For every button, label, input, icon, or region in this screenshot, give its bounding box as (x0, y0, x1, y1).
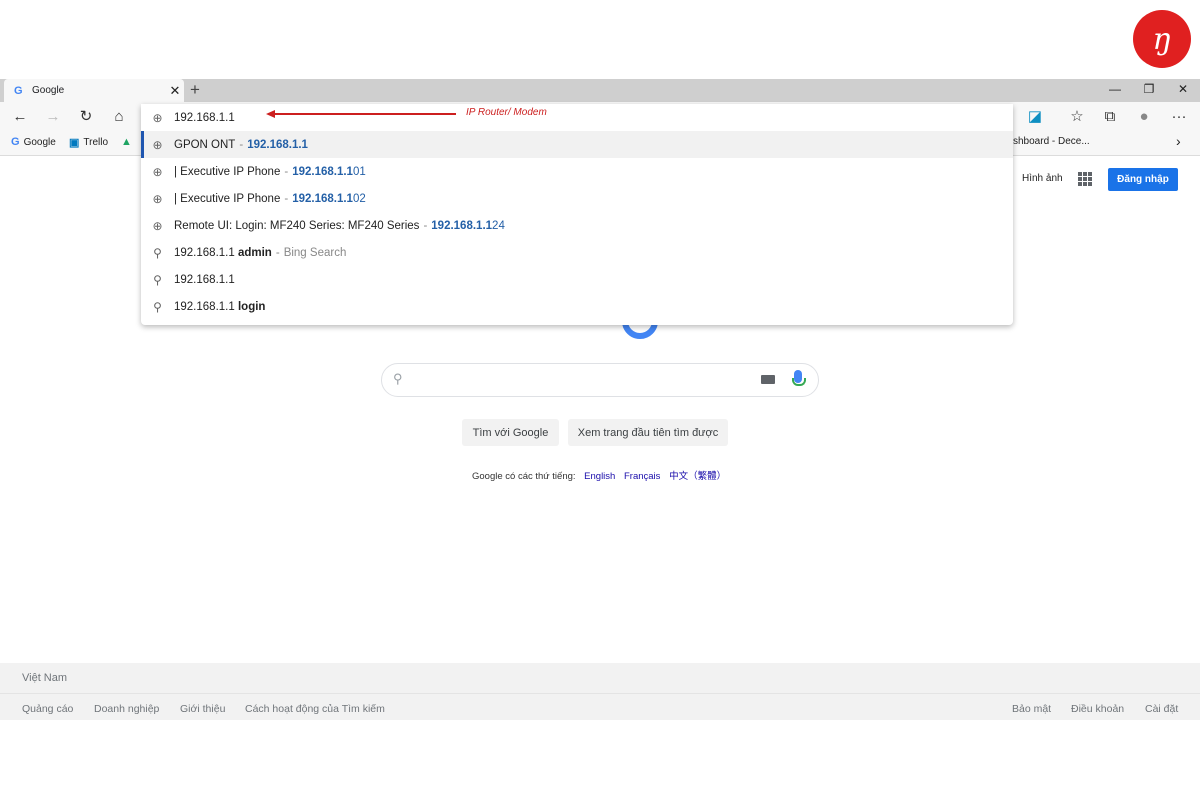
suggestion-text: 192.168.1.1 (174, 273, 235, 286)
suggestion-title: | Executive IP Phone (174, 192, 281, 205)
language-prefix: Google có các thứ tiếng: (472, 471, 576, 482)
footer-how-search-works-link[interactable]: Cách hoạt động của Tìm kiếm (245, 703, 385, 715)
suggestion-row[interactable]: ⚲ 192.168.1.1 login (141, 293, 1013, 320)
new-tab-button[interactable]: + (190, 80, 200, 100)
suggestion-url-rest: 02 (352, 192, 366, 205)
tab-strip: G Google ✕ + — ❐ ✕ (0, 79, 1200, 102)
footer-about-link[interactable]: Giới thiệu (180, 703, 225, 715)
feeling-lucky-button[interactable]: Xem trang đầu tiên tìm được (568, 419, 728, 446)
footer-settings-link[interactable]: Cài đặt (1145, 703, 1178, 715)
globe-icon: ⊕ (152, 191, 163, 206)
drive-icon: ▲ (121, 136, 132, 148)
suggestion-url-rest: 01 (352, 165, 366, 178)
suggestion-title: | Executive IP Phone (174, 165, 281, 178)
home-button[interactable]: ⌂ (108, 106, 130, 128)
footer-links: Quảng cáo Doanh nghiệp Giới thiệu Cách h… (0, 694, 1200, 720)
restore-button[interactable]: ❐ (1132, 79, 1166, 102)
tab-title: Google (32, 85, 65, 96)
brand-logo: ŋ (1133, 10, 1191, 68)
suggestion-row[interactable]: ⚲ 192.168.1.1 (141, 266, 1013, 293)
suggestion-url-rest: 24 (492, 219, 505, 232)
annotation-arrow (271, 113, 456, 115)
footer-country: Việt Nam (0, 663, 1200, 694)
bookmark-google[interactable]: G Google (11, 136, 56, 148)
suggestion-url: 192.168.1.1 (292, 192, 353, 205)
suggestion-source: Bing Search (283, 246, 347, 259)
microphone-stand (792, 378, 806, 386)
settings-more-button[interactable]: ··· (1168, 106, 1190, 128)
google-icon: G (11, 136, 20, 148)
suggestion-title: GPON ONT (174, 138, 236, 151)
apps-grid-icon[interactable] (1078, 172, 1092, 186)
suggestion-row[interactable]: ⊕ | Executive IP Phone - 192.168.1.1 01 (141, 158, 1013, 185)
suggestion-text: 192.168.1.1 (174, 246, 235, 259)
google-search-input[interactable]: ⚲ (381, 363, 819, 397)
lang-french-link[interactable]: Français (624, 471, 660, 482)
window-close-button[interactable]: ✕ (1166, 79, 1200, 102)
footer-terms-link[interactable]: Điều khoản (1071, 703, 1124, 715)
suggestion-url: 192.168.1.1 (292, 165, 353, 178)
bookmark-trello[interactable]: ▣ Trello (69, 136, 108, 149)
collections-icon[interactable]: ⧉ (1099, 106, 1121, 128)
annotation-label: IP Router/ Modem (466, 107, 547, 118)
country-label: Việt Nam (22, 672, 68, 684)
suggestion-row[interactable]: ⚲ 192.168.1.1 admin - Bing Search (141, 239, 1013, 266)
suggestion-title: Remote UI: Login: MF240 Series: MF240 Se… (174, 219, 420, 232)
globe-icon: ⊕ (152, 218, 163, 233)
profile-avatar[interactable]: ● (1133, 106, 1155, 128)
bookmarks-overflow-chevron-icon[interactable]: › (1176, 133, 1181, 149)
suggestion-bold: admin (237, 246, 272, 259)
globe-icon: ⊕ (152, 110, 163, 125)
suggestion-separator: - (239, 138, 244, 151)
suggestion-separator: - (423, 219, 428, 232)
footer-privacy-link[interactable]: Bảo mật (1012, 703, 1051, 715)
omnibox-dropdown: ⊕ 192.168.1.1 ⊕ GPON ONT - 192.168.1.1 ⊕… (141, 104, 1013, 325)
suggestion-row[interactable]: ⊕ | Executive IP Phone - 192.168.1.1 02 (141, 185, 1013, 212)
sign-in-button[interactable]: Đăng nhập (1108, 168, 1178, 191)
tab-close-icon[interactable]: ✕ (166, 83, 184, 99)
bookmark-label: Trello (83, 137, 109, 148)
suggestion-separator: - (284, 192, 289, 205)
back-button[interactable]: ← (9, 106, 31, 128)
search-icon: ⚲ (153, 272, 162, 287)
suggestion-row[interactable]: ⊕ GPON ONT - 192.168.1.1 (141, 131, 1013, 158)
suggestion-text: 192.168.1.1 (174, 300, 235, 313)
forward-button[interactable]: → (42, 106, 64, 128)
keyboard-icon[interactable] (761, 375, 775, 384)
trello-icon: ▣ (69, 137, 80, 149)
tab-google[interactable]: G Google ✕ (4, 79, 184, 102)
suggestion-url: 192.168.1.1 (247, 138, 308, 151)
search-icon: ⚲ (153, 299, 162, 314)
bookmark-label: Google (23, 136, 56, 148)
suggestion-url: 192.168.1.1 (431, 219, 493, 232)
suggestion-row[interactable]: ⊕ Remote UI: Login: MF240 Series: MF240 … (141, 212, 1013, 239)
bookmark-drive[interactable]: ▲ (121, 136, 132, 148)
footer-business-link[interactable]: Doanh nghiệp (94, 703, 159, 715)
suggestion-separator: - (284, 165, 289, 178)
suggestion-bold: login (237, 300, 266, 313)
search-icon: ⚲ (153, 245, 162, 260)
footer-ads-link[interactable]: Quảng cáo (22, 703, 73, 715)
extension-icon[interactable]: ◪ (1024, 106, 1046, 128)
search-icon: ⚲ (393, 371, 403, 386)
bookmark-label: shboard - Dece... (1013, 136, 1090, 147)
globe-icon: ⊕ (152, 137, 163, 152)
lang-chinese-link[interactable]: 中文（繁體） (669, 471, 726, 482)
language-offer: Google có các thứ tiếng: English Françai… (472, 468, 726, 482)
reload-button[interactable]: ↻ (75, 106, 97, 128)
lang-english-link[interactable]: English (584, 471, 615, 482)
google-search-button[interactable]: Tìm với Google (462, 419, 559, 446)
brand-logo-glyph: ŋ (1152, 21, 1172, 57)
google-favicon-icon: G (14, 84, 23, 97)
favorites-icon[interactable]: ☆ (1066, 106, 1088, 128)
bookmark-dashboard[interactable]: shboard - Dece... (1013, 136, 1090, 147)
minimize-button[interactable]: — (1098, 79, 1132, 102)
suggestion-separator: - (275, 246, 280, 259)
images-link[interactable]: Hình ảnh (1022, 173, 1063, 184)
globe-icon: ⊕ (152, 164, 163, 179)
address-query-text[interactable]: 192.168.1.1 (174, 112, 235, 124)
